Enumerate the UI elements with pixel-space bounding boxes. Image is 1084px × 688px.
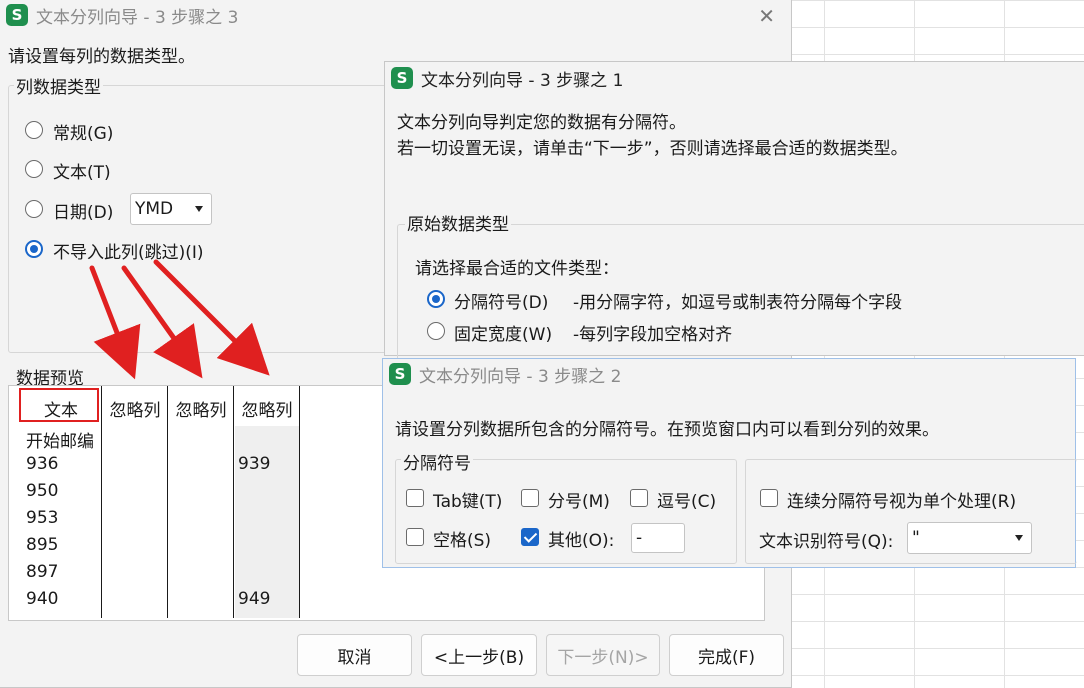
other-delimiter-input[interactable]: - (631, 523, 685, 553)
qualifier-value: " (912, 528, 920, 548)
text-wizard-step2-dialog: S 文本分列向导 - 3 步骤之 2 请设置分列数据所包含的分隔符号。在预览窗口… (382, 358, 1077, 568)
radio-delimited-label: 分隔符号(D) (454, 293, 549, 313)
checkbox-comma-label: 逗号(C) (657, 492, 717, 512)
annotation-arrow (153, 259, 270, 376)
qualifier-dropdown[interactable]: " (907, 522, 1032, 554)
original-type-group-label: 原始数据类型 (405, 210, 511, 235)
radio-fixed-width[interactable] (427, 322, 445, 340)
step2-title: 文本分列向导 - 3 步骤之 2 (419, 366, 622, 387)
step1-line1: 文本分列向导判定您的数据有分隔符。 (397, 113, 686, 133)
checkbox-semicolon-label: 分号(M) (548, 492, 610, 512)
checkbox-tab[interactable] (406, 489, 424, 507)
radio-delimited-desc: -用分隔字符，如逗号或制表符分隔每个字段 (573, 293, 903, 313)
checkbox-comma[interactable] (630, 489, 648, 507)
step1-titlebar: S 文本分列向导 - 3 步骤之 1 (385, 62, 1084, 94)
radio-delimited[interactable] (427, 290, 445, 308)
checkbox-tab-label: Tab键(T) (433, 492, 503, 512)
text-wizard-step1-dialog: S 文本分列向导 - 3 步骤之 1 文本分列向导判定您的数据有分隔符。 若一切… (384, 61, 1084, 364)
other-delimiter-value: - (636, 528, 643, 548)
qualifier-label: 文本识别符号(Q): (759, 532, 894, 552)
checkbox-space-label: 空格(S) (433, 531, 492, 551)
step2-titlebar: S 文本分列向导 - 3 步骤之 2 (383, 359, 1075, 389)
checkbox-other-label: 其他(O): (548, 531, 615, 551)
checkbox-semicolon[interactable] (521, 489, 539, 507)
step1-title: 文本分列向导 - 3 步骤之 1 (421, 70, 624, 91)
checkbox-consecutive-label: 连续分隔符号视为单个处理(R) (787, 492, 1017, 512)
checkbox-other[interactable] (521, 528, 539, 546)
checkbox-consecutive[interactable] (760, 489, 778, 507)
step2-instruction: 请设置分列数据所包含的分隔符号。在预览窗口内可以看到分列的效果。 (395, 420, 939, 440)
dropdown-arrow-icon (1015, 535, 1023, 541)
radio-fixed-width-desc: -每列字段加空格对齐 (573, 325, 733, 345)
radio-fixed-width-label: 固定宽度(W) (454, 325, 553, 345)
checkbox-space[interactable] (406, 528, 424, 546)
delimiter-group-label: 分隔符号 (401, 449, 473, 474)
annotation-arrow (89, 265, 141, 380)
step1-prompt: 请选择最合适的文件类型： (415, 259, 619, 279)
spreadsheet-app-icon: S (391, 67, 413, 89)
spreadsheet-app-icon: S (389, 363, 411, 385)
step1-line2: 若一切设置无误，请单击“下一步”，否则请选择最合适的数据类型。 (397, 139, 908, 159)
